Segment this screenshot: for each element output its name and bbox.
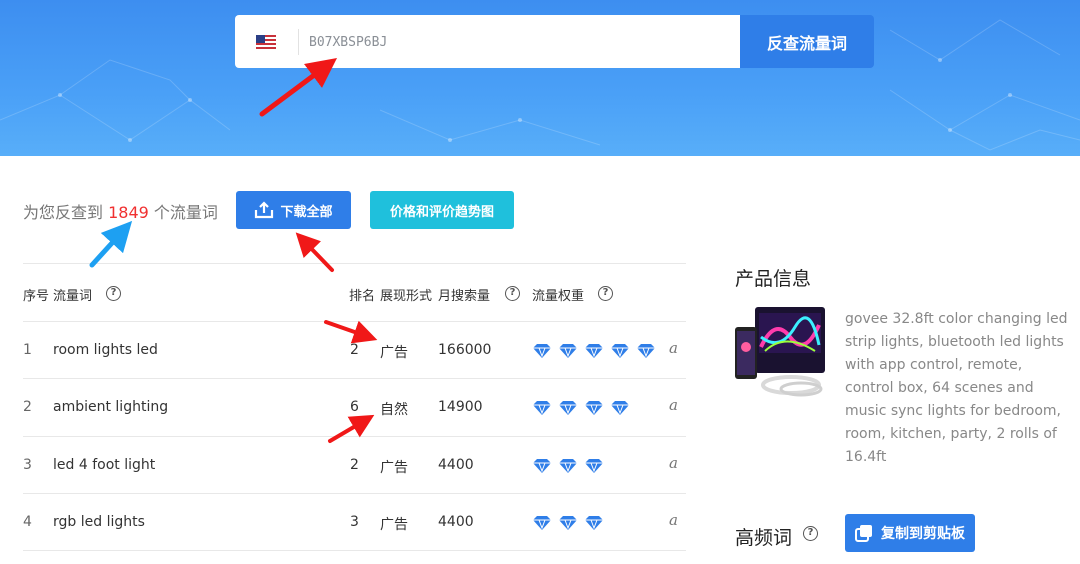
search-divider bbox=[298, 29, 299, 55]
header-keyword: 流量词 bbox=[53, 289, 93, 304]
header-display-type: 展现形式 bbox=[380, 289, 433, 304]
copy-to-clipboard-button[interactable]: 复制到剪贴板 bbox=[845, 514, 975, 552]
high-frequency-help-icon[interactable]: ? bbox=[803, 526, 818, 541]
weight-help-icon[interactable]: ? bbox=[598, 286, 613, 301]
row-volume: 4400 bbox=[438, 457, 474, 473]
arrow-to-result-count bbox=[89, 220, 133, 268]
diamond-icon bbox=[559, 516, 577, 530]
row-display-type: 广告 bbox=[380, 517, 408, 533]
row-rank: 6 bbox=[350, 399, 359, 415]
row-keyword[interactable]: room lights led bbox=[53, 342, 158, 358]
row-index: 3 bbox=[23, 457, 32, 473]
result-count-text: 为您反查到 1849 个流量词 bbox=[23, 199, 218, 223]
row-keyword[interactable]: led 4 foot light bbox=[53, 457, 155, 473]
copy-to-clipboard-label: 复制到剪贴板 bbox=[881, 526, 965, 542]
keyword-help-icon[interactable]: ? bbox=[106, 286, 121, 301]
arrow-to-organic-type bbox=[328, 414, 375, 443]
row-volume: 14900 bbox=[438, 399, 483, 415]
download-all-label: 下载全部 bbox=[280, 204, 333, 220]
table-row-border bbox=[23, 550, 686, 551]
amazon-icon[interactable]: a bbox=[669, 454, 678, 472]
row-volume: 4400 bbox=[438, 514, 474, 530]
product-description: govee 32.8ft color changing led strip li… bbox=[845, 311, 1068, 465]
row-display-type: 广告 bbox=[380, 460, 408, 476]
diamond-icon bbox=[585, 516, 603, 530]
reverse-lookup-button[interactable]: 反查流量词 bbox=[740, 15, 874, 68]
search-banner: 反查流量词 bbox=[0, 0, 1080, 156]
search-box bbox=[235, 15, 740, 68]
product-info-title: 产品信息 bbox=[735, 268, 812, 290]
diamond-icon bbox=[585, 344, 603, 358]
table-row-border bbox=[23, 436, 686, 437]
row-rank: 2 bbox=[350, 342, 359, 358]
table-row-border bbox=[23, 378, 686, 379]
arrow-to-download-button bbox=[295, 232, 334, 272]
header-index: 序号 bbox=[23, 289, 50, 304]
row-rank: 2 bbox=[350, 457, 359, 473]
table-row-border bbox=[23, 493, 686, 494]
result-count-prefix: 为您反查到 bbox=[23, 203, 109, 222]
result-count-suffix: 个流量词 bbox=[148, 203, 218, 222]
volume-help-icon[interactable]: ? bbox=[505, 286, 520, 301]
arrow-to-ad-type bbox=[324, 320, 378, 344]
row-display-type: 广告 bbox=[380, 345, 408, 361]
diamond-icon bbox=[559, 459, 577, 473]
diamond-icon bbox=[533, 459, 551, 473]
copy-icon bbox=[855, 525, 872, 542]
amazon-icon[interactable]: a bbox=[669, 511, 678, 529]
high-frequency-title: 高频词 bbox=[735, 527, 793, 549]
diamond-icon bbox=[611, 401, 629, 415]
download-all-button[interactable]: 下载全部 bbox=[236, 191, 351, 229]
row-index: 2 bbox=[23, 399, 32, 415]
diamond-icon bbox=[559, 344, 577, 358]
upload-icon bbox=[255, 201, 274, 219]
diamond-icon bbox=[611, 344, 629, 358]
diamond-icon bbox=[585, 459, 603, 473]
row-rank: 3 bbox=[350, 514, 359, 530]
header-monthly-volume: 月搜索量 bbox=[438, 289, 491, 304]
row-volume: 166000 bbox=[438, 342, 492, 358]
asin-search-input[interactable] bbox=[309, 27, 729, 57]
result-count-number: 1849 bbox=[108, 203, 149, 222]
row-keyword[interactable]: rgb led lights bbox=[53, 514, 145, 530]
header-rank: 排名 bbox=[349, 289, 376, 304]
row-display-type: 自然 bbox=[380, 402, 408, 418]
diamond-icon bbox=[533, 401, 551, 415]
row-keyword[interactable]: ambient lighting bbox=[53, 399, 168, 415]
amazon-icon[interactable]: a bbox=[669, 339, 678, 357]
header-traffic-weight: 流量权重 bbox=[532, 289, 585, 304]
product-image[interactable] bbox=[735, 307, 827, 397]
diamond-icon bbox=[637, 344, 655, 358]
row-index: 4 bbox=[23, 514, 32, 530]
price-review-trend-button[interactable]: 价格和评价趋势图 bbox=[370, 191, 514, 229]
amazon-icon[interactable]: a bbox=[669, 396, 678, 414]
table-top-border bbox=[23, 263, 686, 264]
us-flag-icon[interactable] bbox=[256, 35, 276, 49]
diamond-icon bbox=[533, 344, 551, 358]
row-index: 1 bbox=[23, 342, 32, 358]
diamond-icon bbox=[585, 401, 603, 415]
diamond-icon bbox=[533, 516, 551, 530]
table-header-border bbox=[23, 321, 686, 322]
diamond-icon bbox=[559, 401, 577, 415]
